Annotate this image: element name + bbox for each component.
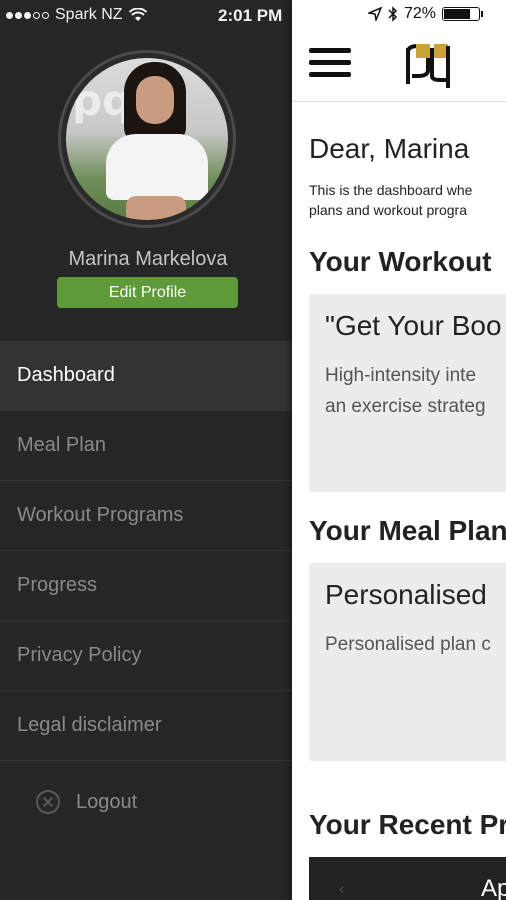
menu-item-workout-programs[interactable]: Workout Programs: [0, 481, 292, 551]
recent-progress-card[interactable]: ‹ Ap: [309, 857, 506, 900]
hamburger-menu-icon[interactable]: [309, 48, 351, 82]
chevron-left-icon[interactable]: ‹: [339, 881, 344, 899]
menu-item-progress[interactable]: Progress: [0, 551, 292, 621]
progress-section-title: Your Recent Pr: [309, 809, 506, 840]
workout-section-title: Your Workout: [309, 246, 492, 277]
workout-card[interactable]: "Get Your Boo High-intensity inte an exe…: [309, 294, 506, 492]
edit-profile-button[interactable]: Edit Profile: [57, 277, 238, 308]
brand-logo: [406, 44, 450, 88]
location-arrow-icon: [368, 7, 382, 21]
battery-percentage: 72%: [404, 5, 437, 22]
status-bar-left: Spark NZ: [6, 6, 147, 24]
top-bar: [292, 30, 506, 102]
logout-label: Logout: [76, 790, 138, 813]
side-drawer: Spark NZ 2:01 PM ρq Marina Markelova Edi…: [0, 0, 292, 900]
workout-card-description: High-intensity inte an exercise strateg: [325, 365, 486, 417]
progress-card-text: Ap: [481, 875, 506, 900]
workout-card-title: "Get Your Boo: [325, 310, 502, 341]
status-bar-right: 72%: [368, 5, 484, 23]
meal-card-description: Personalised plan c: [325, 634, 491, 655]
logout-button[interactable]: Logout: [36, 790, 137, 814]
intro-text: This is the dashboard whe plans and work…: [309, 182, 473, 218]
close-circle-icon: [36, 790, 60, 814]
avatar[interactable]: ρq: [66, 58, 228, 220]
main-content: 72% Dear, Marina This is the dashboard w…: [292, 0, 506, 900]
battery-icon: [442, 7, 484, 21]
menu-item-dashboard[interactable]: Dashboard: [0, 341, 292, 411]
wifi-icon: [128, 8, 147, 21]
carrier-name: Spark NZ: [55, 6, 123, 23]
signal-strength-icon: [6, 11, 49, 19]
menu-item-meal-plan[interactable]: Meal Plan: [0, 411, 292, 481]
greeting: Dear, Marina: [309, 133, 470, 164]
meal-section-title: Your Meal Plan: [309, 515, 506, 546]
menu-item-privacy-policy[interactable]: Privacy Policy: [0, 621, 292, 691]
status-time: 2:01 PM: [218, 6, 283, 25]
menu-item-legal-disclaimer[interactable]: Legal disclaimer: [0, 691, 292, 761]
drawer-menu: Dashboard Meal Plan Workout Programs Pro…: [0, 341, 292, 761]
bluetooth-icon: [388, 6, 398, 22]
user-name: Marina Markelova: [68, 248, 228, 270]
meal-card[interactable]: Personalised Personalised plan c: [309, 563, 506, 761]
meal-card-title: Personalised: [325, 579, 487, 610]
